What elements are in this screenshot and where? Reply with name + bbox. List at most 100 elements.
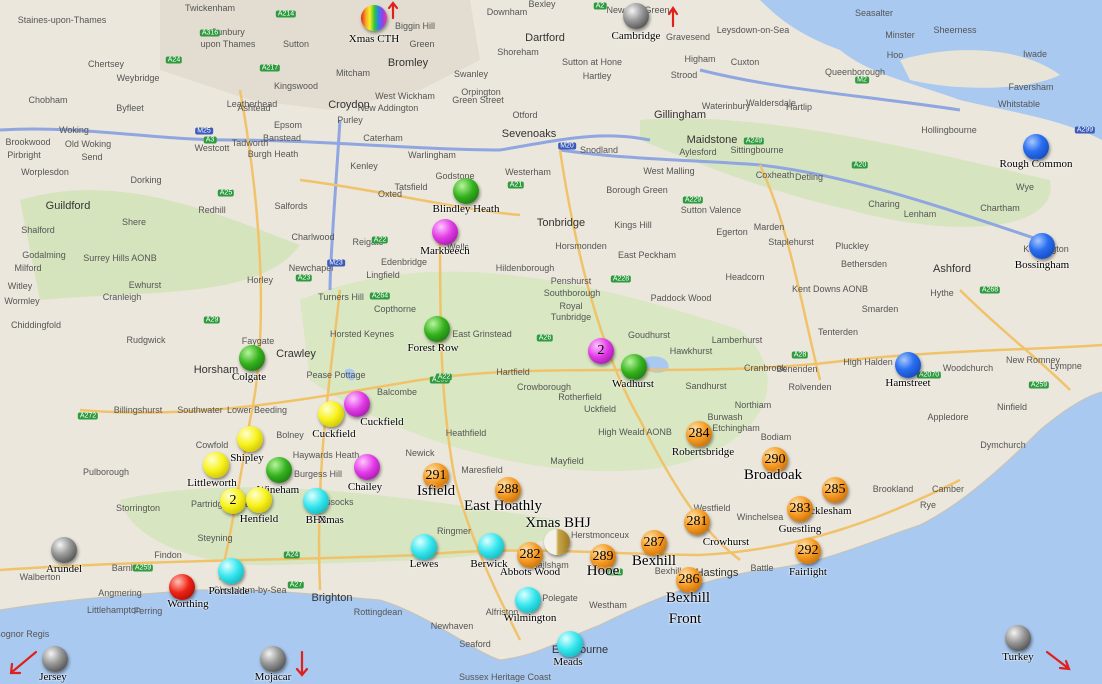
map-marker-guestling[interactable]: 283: [787, 496, 813, 522]
marker-number: 282: [519, 547, 541, 562]
place-label: Wye: [1016, 182, 1034, 192]
place-label: Penshurst: [550, 276, 592, 286]
map-marker-wadhurst[interactable]: [621, 354, 647, 380]
place-label: Pirbright: [7, 150, 41, 160]
map-marker-henfield[interactable]: [246, 487, 272, 513]
map-marker-colgate[interactable]: [239, 345, 265, 371]
place-label: Newick: [405, 448, 435, 458]
place-label: Kingswood: [273, 81, 319, 91]
marker-number: 283: [789, 501, 811, 516]
place-label: Surrey Hills AONB: [83, 253, 157, 263]
map-marker-berwick[interactable]: [478, 533, 504, 559]
map-marker-xmas-cth[interactable]: [361, 5, 387, 31]
place-label: Bexley: [528, 0, 556, 9]
place-label: Shoreham: [497, 47, 539, 57]
place-label: Crowborough: [516, 382, 572, 392]
place-label: Horsmonden: [555, 241, 607, 251]
road-shield: A272: [77, 412, 99, 420]
map-marker-meads[interactable]: [557, 631, 583, 657]
map-marker-mojacar[interactable]: [260, 646, 286, 672]
place-label: Rolvenden: [788, 382, 832, 392]
road-shield: A22: [435, 373, 453, 381]
place-label: Ewhurst: [128, 280, 162, 290]
place-label: Mayfield: [550, 456, 584, 466]
place-label: Lamberhurst: [711, 335, 763, 345]
place-label: Horley: [246, 275, 274, 285]
place-label: Sutton Valence: [680, 205, 742, 215]
place-label: Faversham: [1008, 82, 1054, 92]
place-label: Westham: [589, 600, 627, 610]
road-shield: A21: [507, 181, 525, 189]
road-shield: A27: [287, 581, 305, 589]
marker-label: Turkey: [1002, 651, 1034, 663]
place-label: Pulborough: [82, 467, 130, 477]
place-label: Sussex Heritage Coast: [458, 672, 552, 682]
map-marker-jersey[interactable]: [42, 646, 68, 672]
map-marker-shipley[interactable]: [237, 426, 263, 452]
place-label: Weybridge: [116, 73, 160, 83]
place-label: Strood: [670, 70, 698, 80]
map-marker-chailey[interactable]: [354, 454, 380, 480]
map-marker-cuckfield[interactable]: [344, 391, 370, 417]
place-label: Kenley: [350, 161, 378, 171]
place-label: Wormley: [4, 296, 40, 306]
map-marker-lewes[interactable]: [411, 534, 437, 560]
place-label: Sutton at Hone: [561, 57, 623, 67]
place-label: Burgh Heath: [247, 149, 299, 159]
map-marker-fairlight[interactable]: 292: [795, 538, 821, 564]
map-marker-xmas-bhj[interactable]: [544, 529, 570, 555]
place-label: Mitcham: [335, 68, 371, 78]
place-label: Sandhurst: [685, 381, 727, 391]
place-label: Kent Downs AONB: [791, 284, 869, 294]
map-marker-worthing[interactable]: [169, 574, 195, 600]
place-label: Snodland: [579, 145, 619, 155]
map[interactable]: Twickenham Staines-upon-Thames Sunbury upon…: [0, 0, 1102, 684]
place-label: Polegate: [542, 593, 578, 603]
map-marker-forest-row[interactable]: [424, 316, 450, 342]
place-label: Redhill: [198, 205, 226, 215]
map-marker-bossingham[interactable]: [1029, 233, 1055, 259]
map-marker-markbeech[interactable]: [432, 219, 458, 245]
place-label: Witley: [7, 281, 33, 291]
road-shield: A259: [132, 564, 154, 572]
place-label: Bognor Regis: [0, 629, 50, 639]
place-label: Send: [81, 152, 103, 162]
map-marker-abbots-wood[interactable]: 282: [517, 542, 543, 568]
map-marker-bh3[interactable]: [303, 488, 329, 514]
map-marker-hamstreet[interactable]: [895, 352, 921, 378]
map-marker-wilmington[interactable]: [515, 587, 541, 613]
map-marker-unnamed[interactable]: 2: [588, 338, 614, 364]
map-marker-icklesham[interactable]: 285: [822, 477, 848, 503]
map-marker-turkey[interactable]: [1005, 625, 1031, 651]
place-label: Dartford: [525, 32, 565, 44]
map-marker-cuckfield[interactable]: [318, 401, 344, 427]
map-marker-rough-common[interactable]: [1023, 134, 1049, 160]
marker-label: Berwick: [470, 558, 508, 570]
marker-label: Broadoak: [743, 467, 803, 483]
marker-label: Blindley Heath: [432, 203, 500, 215]
place-label: upon Thames: [200, 39, 256, 49]
road-shield: M23: [327, 259, 345, 267]
road-shield: M20: [558, 142, 576, 150]
marker-label: Meads: [553, 656, 583, 668]
map-marker-littleworth[interactable]: [203, 452, 229, 478]
place-label: Westcott: [194, 143, 230, 153]
road-shield: A22: [371, 236, 389, 244]
place-label: Northiam: [734, 400, 772, 410]
marker-label: Shipley: [230, 452, 264, 464]
map-marker-arundel[interactable]: [51, 537, 77, 563]
marker-label: Xmas BHJ: [525, 515, 591, 531]
place-label: Hartfield: [496, 367, 530, 377]
marker-label: Xmas CTH: [348, 33, 400, 45]
map-marker-robertsbridge[interactable]: 284: [686, 421, 712, 447]
marker-label: Worthing: [167, 598, 209, 610]
map-marker-crowhurst[interactable]: 281: [684, 509, 710, 535]
map-marker-portslade[interactable]: [218, 558, 244, 584]
place-label: Ashford: [933, 263, 971, 275]
place-label: Rye: [919, 500, 937, 510]
map-marker-cambridge[interactable]: [623, 3, 649, 29]
map-marker-unnamed[interactable]: 2: [220, 488, 246, 514]
place-label: Sutton: [282, 39, 310, 49]
map-marker-blindley-heath[interactable]: [453, 178, 479, 204]
map-marker-wineham[interactable]: [266, 457, 292, 483]
